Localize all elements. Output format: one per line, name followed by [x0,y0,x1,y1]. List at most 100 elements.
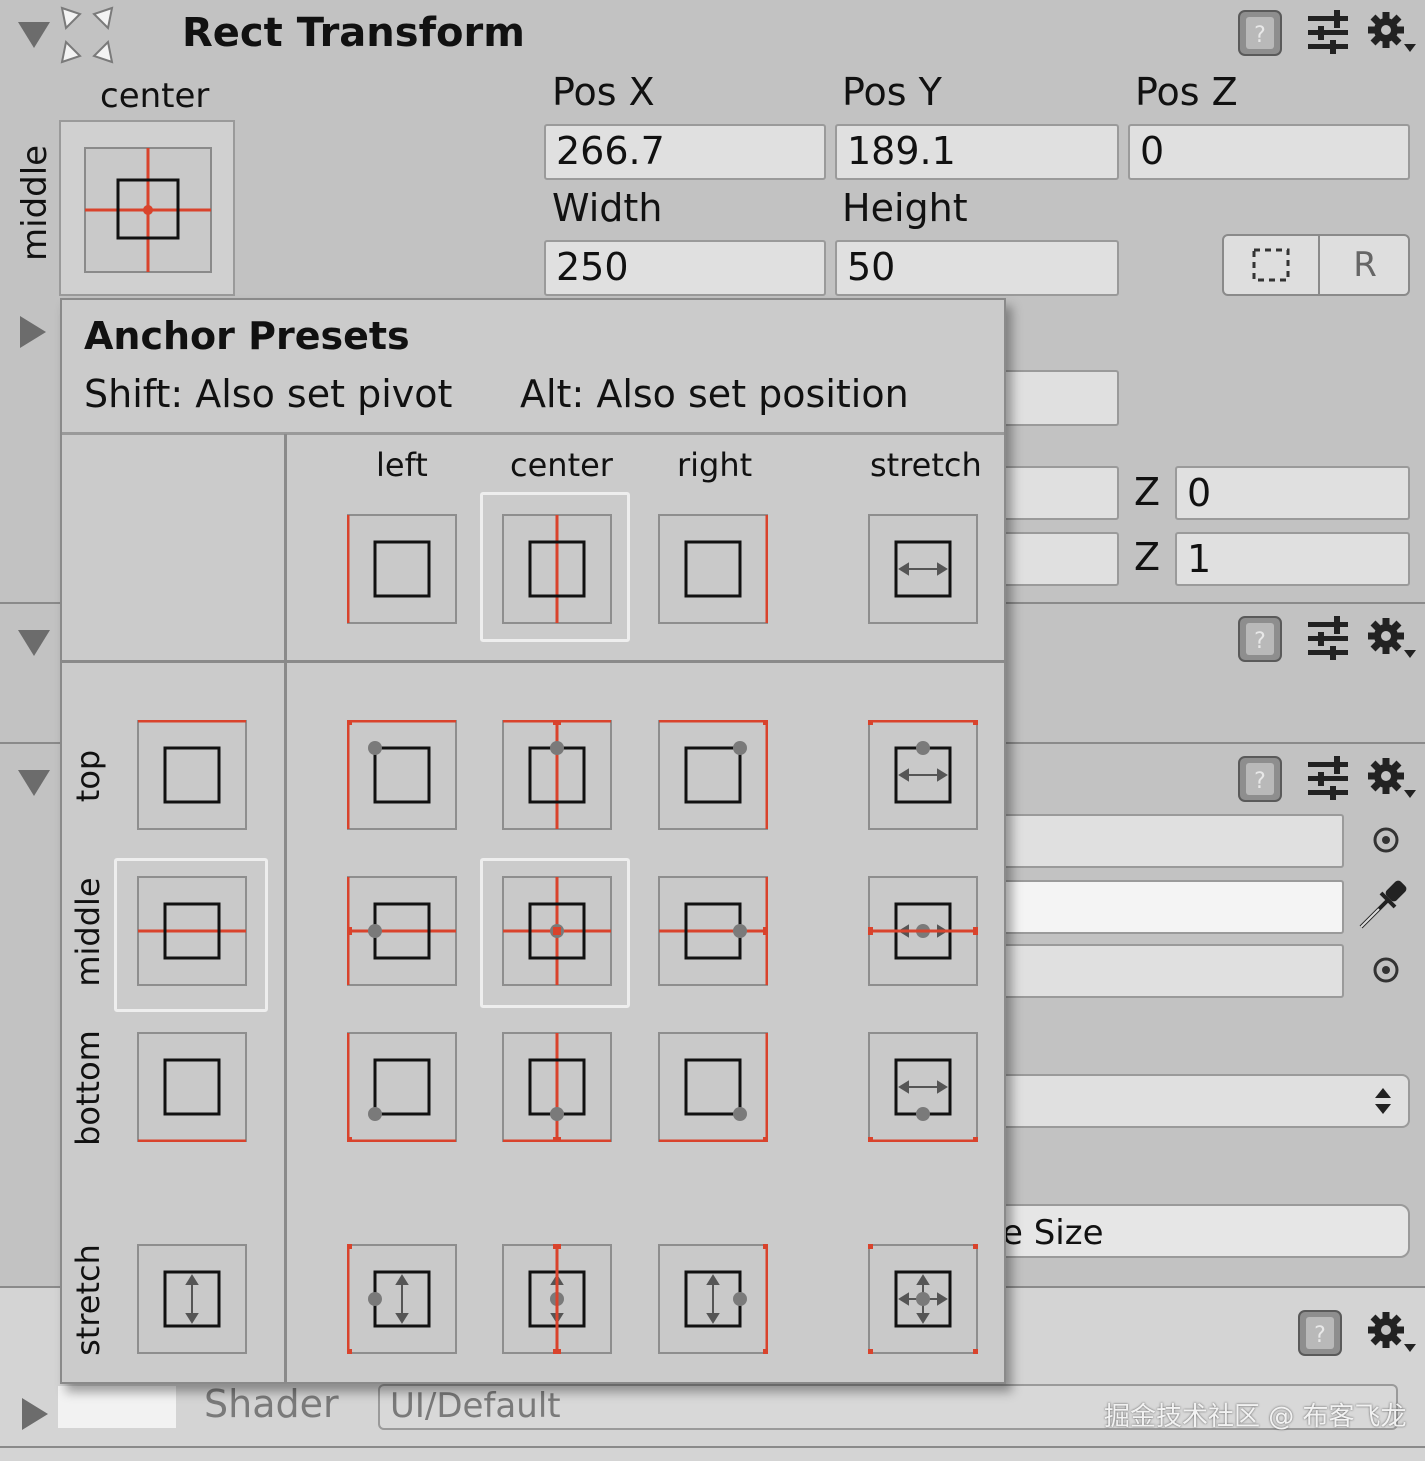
column-label-center: center [510,446,613,484]
dropdown-arrows-icon [1370,1084,1396,1118]
foldout-arrow-icon[interactable] [18,630,50,656]
anchor-preset-none-middle-button[interactable] [137,876,247,986]
blueprint-raw-group: R [1222,234,1410,296]
anchor-preset-right-stretch-button[interactable] [658,1241,771,1357]
anchor-preset-right-none-button[interactable] [658,514,769,624]
anchor-preset-icon [502,1241,612,1357]
preset-sliders-icon[interactable] [1306,756,1350,800]
anchor-preset-icon [658,1241,771,1357]
rotation-x-field[interactable] [990,466,1119,520]
gear-icon[interactable] [1364,8,1418,58]
anchor-preset-icon [865,1032,981,1145]
row-label-bottom: bottom [69,1030,107,1146]
anchor-preset-icon [137,876,247,986]
anchor-preset-icon [137,1244,247,1354]
anchor-preset-icon [344,876,457,986]
gear-icon[interactable] [1364,754,1418,804]
anchor-preset-icon [865,717,981,830]
anchor-preset-center-middle-button[interactable] [502,876,612,986]
anchor-preset-icon [868,514,978,624]
anchor-preset-left-top-button[interactable] [344,717,457,830]
anchor-preset-icon [502,717,612,830]
anchor-preset-left-stretch-button[interactable] [344,1241,457,1357]
anchor-preset-none-top-button[interactable] [137,719,247,830]
height-label: Height [842,186,968,230]
object-picker-icon[interactable] [1368,820,1404,860]
anchor-preset-left-none-button[interactable] [346,514,457,624]
anchor-preset-icon [502,1032,612,1145]
svg-text:?: ? [1314,1323,1326,1348]
section-divider [0,1446,1425,1448]
anchor-preset-center-top-button[interactable] [502,717,612,830]
watermark: 掘金技术社区 @ 布客飞龙 [1104,1402,1407,1432]
anchor-preset-icon [658,1032,771,1145]
scale-x-field[interactable] [990,532,1119,586]
rotation-z-field[interactable]: 0 [1175,466,1410,520]
anchor-preset-none-bottom-button[interactable] [137,1032,247,1143]
anchor-preset-center-bottom-button[interactable] [502,1032,612,1145]
help-book-icon[interactable]: ? [1296,1308,1344,1358]
component-title: Rect Transform [182,10,525,56]
anchor-preset-center-stretch-button[interactable] [502,1241,612,1357]
anchor-preset-icon [344,1241,457,1357]
raw-edit-button[interactable]: R [1320,236,1410,294]
anchor-preset-right-middle-button[interactable] [658,876,771,986]
foldout-arrow-icon[interactable] [20,316,46,348]
help-book-icon[interactable]: ? [1236,614,1284,664]
svg-text:?: ? [1254,769,1266,794]
pos-y-field[interactable]: 189.1 [835,124,1119,180]
image-type-dropdown[interactable] [990,1074,1410,1128]
anchor-preset-icon [658,514,769,624]
shift-hint: Shift: Also set pivot [84,372,453,416]
anchor-preset-stretch-stretch-button[interactable] [865,1241,981,1357]
set-native-size-button[interactable]: e Size [990,1204,1410,1258]
preset-sliders-icon[interactable] [1306,10,1350,54]
column-label-right: right [677,446,753,484]
row-label-stretch: stretch [69,1244,107,1356]
anchor-preset-icon [865,876,981,986]
anchor-preset-icon [658,717,771,830]
help-book-icon[interactable]: ? [1236,8,1284,58]
gear-icon[interactable] [1364,614,1418,664]
rect-transform-icon [56,4,118,66]
column-label-stretch: stretch [870,446,982,484]
foldout-arrow-icon[interactable] [18,22,50,48]
anchor-preset-stretch-middle-button[interactable] [865,876,981,986]
scale-z-field[interactable]: 1 [1175,532,1410,586]
anchor-preset-none-stretch-button[interactable] [137,1244,247,1354]
gear-icon[interactable] [1364,1308,1418,1358]
anchor-preset-right-top-button[interactable] [658,717,771,830]
anchor-h-label: center [100,76,210,116]
anchor-preset-left-middle-button[interactable] [344,876,457,986]
anchor-preset-left-bottom-button[interactable] [344,1032,457,1145]
pos-x-field[interactable]: 266.7 [544,124,826,180]
preset-sliders-icon[interactable] [1306,616,1350,660]
anchor-preset-stretch-bottom-button[interactable] [865,1032,981,1145]
anchor-preset-icon [502,876,612,986]
foldout-arrow-icon[interactable] [18,770,50,796]
width-field[interactable]: 250 [544,240,826,296]
foldout-arrow-icon[interactable] [22,1398,48,1430]
header-divider [62,432,1004,435]
eyedropper-icon[interactable] [1352,876,1410,936]
anchor-preset-icon [658,876,771,986]
blueprint-mode-icon[interactable] [1224,236,1320,294]
anchor-preset-right-bottom-button[interactable] [658,1032,771,1145]
column-divider [284,434,287,1382]
anchor-preset-center-none-button[interactable] [502,514,612,624]
object-picker-icon[interactable] [1368,950,1404,990]
help-book-icon[interactable]: ? [1236,754,1284,804]
svg-text:?: ? [1254,629,1266,654]
height-field[interactable]: 50 [835,240,1119,296]
hidden-field[interactable] [990,370,1119,426]
scale-z-label: Z [1134,535,1161,579]
pos-z-field[interactable]: 0 [1128,124,1410,180]
color-field[interactable] [990,880,1344,934]
material-preview [58,1386,176,1428]
source-image-field[interactable] [990,814,1344,868]
material-field[interactable] [990,944,1344,998]
anchor-preset-icon [137,719,247,830]
anchor-preset-button[interactable] [59,120,235,296]
anchor-preset-stretch-none-button[interactable] [868,514,978,624]
anchor-preset-stretch-top-button[interactable] [865,717,981,830]
